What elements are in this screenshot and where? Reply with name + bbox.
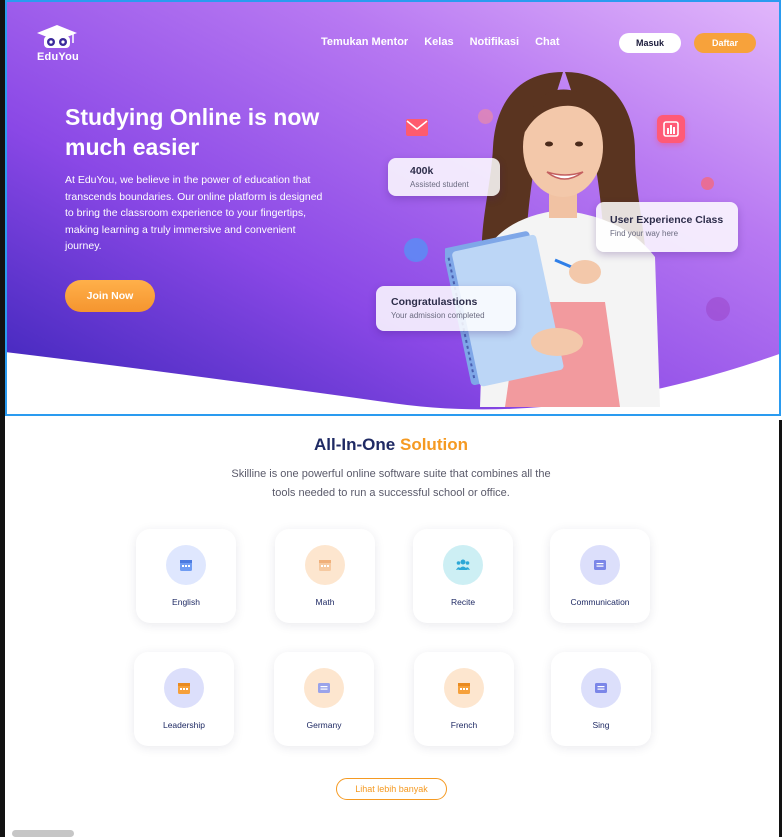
feature-tile-leadership[interactable]: Leadership [134,652,234,746]
calendar-icon [458,683,470,694]
students-stat-card: 400k Assisted student [388,158,500,196]
document-icon [594,560,606,570]
students-stat-value: 400k [410,165,434,177]
nav-link-kelas[interactable]: Kelas [424,36,453,48]
congrats-subtitle: Your admission completed [391,311,485,320]
ux-class-card[interactable]: User Experience Class Find your way here [596,202,738,252]
feature-tile-french[interactable]: French [414,652,514,746]
feature-label-math: Math [315,597,335,607]
mail-icon [406,119,428,136]
nav-link-temukan-mentor[interactable]: Temukan Mentor [321,36,408,48]
feature-tile-sing[interactable]: Sing [551,652,651,746]
solution-title-part2: Solution [399,435,468,454]
feature-tile-communication[interactable]: Communication [550,529,650,623]
solution-title-part1: All-In-One [314,435,396,454]
main-nav: Temukan Mentor Kelas Notifikasi Chat [321,36,576,48]
nav-link-notifikasi[interactable]: Notifikasi [470,36,520,48]
feature-label-leadership: Leadership [162,720,206,730]
decor-dot-blue [404,238,428,262]
solution-description: Skilline is one powerful online software… [231,468,551,499]
feature-label-sing: Sing [592,720,610,730]
solution-title: All-In-One Solution [0,435,782,455]
document-icon [318,683,330,693]
calendar-icon [178,683,190,694]
students-stat-label: Assisted student [410,180,469,189]
decor-dot-purple [706,297,730,321]
feature-label-french: French [450,720,478,730]
see-more-button[interactable]: Lihat lebih banyak [336,778,447,800]
feature-tile-recite[interactable]: Recite [413,529,513,623]
ux-class-title: User Experience Class [610,214,724,226]
nav-link-chat[interactable]: Chat [535,36,559,48]
feature-tile-english[interactable]: English [136,529,236,623]
join-now-button[interactable]: Join Now [65,280,155,312]
feature-label-communication: Communication [570,597,630,607]
calendar-icon [319,560,331,571]
hero-section: EduYou Temukan Mentor Kelas Notifikasi C… [5,0,781,416]
ux-class-subtitle: Find your way here [610,229,679,238]
decor-dot-red [701,177,714,190]
feature-label-germany: Germany [306,720,342,730]
calendar-icon [180,560,192,571]
feature-tile-math[interactable]: Math [275,529,375,623]
register-button[interactable]: Daftar [694,33,756,53]
feature-label-english: English [172,597,200,607]
feature-tile-germany[interactable]: Germany [274,652,374,746]
brand-name: EduYou [37,51,79,63]
feature-label-recite: Recite [450,597,476,607]
hero-description: At EduYou, we believe in the power of ed… [65,174,323,252]
congrats-title: Congratulastions [391,296,478,308]
users-icon [456,559,470,570]
document-icon [595,683,607,693]
horizontal-scrollbar[interactable] [12,830,74,837]
congrats-card: Congratulastions Your admission complete… [376,286,516,331]
hero-title: Studying Online is now much easier [65,104,320,160]
login-button[interactable]: Masuk [619,33,681,53]
